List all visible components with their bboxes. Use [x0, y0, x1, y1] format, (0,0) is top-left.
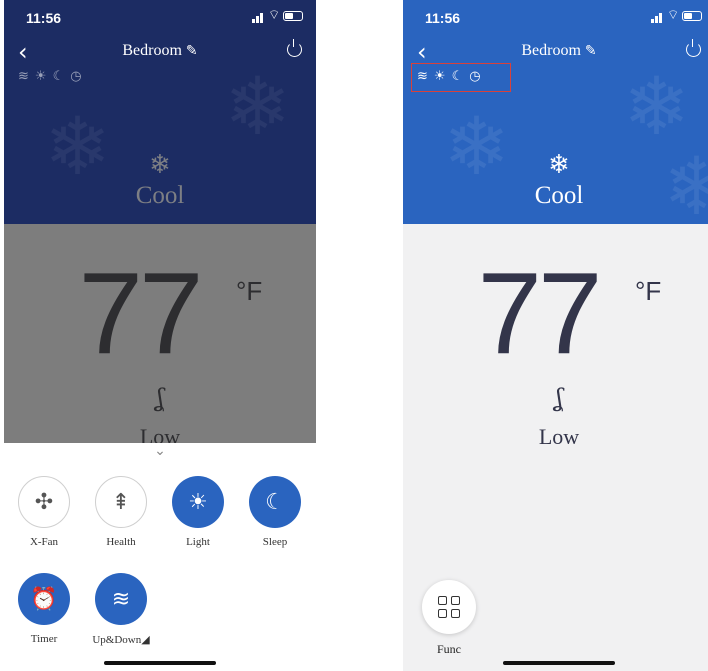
function-label: Health [106, 536, 136, 548]
home-indicator[interactable] [503, 661, 615, 665]
signal-bar [260, 13, 263, 23]
snowflake-decor-icon: ❄ [224, 64, 292, 152]
grid-cell [438, 609, 447, 618]
func-label: Func [437, 642, 461, 656]
updown-swing-icon: ≋ [18, 69, 29, 84]
phone-screen-main: ❄ ❄ ❄ 11:56 ⌔ ‹ Bedroom ✎ ≋ ☀ ☾ ◷ ❄ Cool … [403, 0, 708, 671]
wifi-icon: ⌔ [268, 7, 281, 22]
status-bar: 11:56 ⌔ [403, 0, 708, 40]
function-label: Sleep [262, 536, 288, 548]
status-time: 11:56 [26, 10, 62, 26]
temperature-unit: °F [635, 276, 662, 306]
temperature-unit: °F [236, 276, 263, 306]
status-icons: ⌔ [651, 7, 703, 23]
health-icon[interactable]: ⇞ [95, 476, 147, 528]
status-bar: 11:56 ⌔ [4, 0, 316, 40]
highlight-box [411, 63, 511, 92]
function-label: Timer [30, 633, 58, 645]
func-button[interactable] [422, 580, 476, 634]
room-name: Bedroom [122, 42, 182, 59]
room-title[interactable]: Bedroom ✎ [4, 42, 316, 60]
function-label: Light [186, 536, 210, 548]
chevron-down-icon[interactable]: ⌄ [4, 443, 316, 459]
sleep-icon: ☾ [52, 69, 65, 84]
moon-icon[interactable]: ☾ [249, 476, 301, 528]
timer-icon: ◷ [70, 69, 82, 84]
power-icon[interactable] [686, 39, 701, 57]
fan-speed-label[interactable]: Low [403, 424, 708, 450]
room-title[interactable]: Bedroom ✎ [403, 42, 708, 60]
function-label: Up&Down◢ [92, 634, 150, 646]
alarm-clock-icon[interactable]: ⏰ [18, 573, 70, 625]
top-nav: ‹ Bedroom ✎ [4, 38, 316, 66]
top-nav: ‹ Bedroom ✎ [403, 38, 708, 66]
signal-icon [252, 19, 255, 23]
home-indicator[interactable] [104, 661, 216, 665]
battery-icon [682, 11, 702, 21]
wifi-icon: ⌔ [667, 7, 680, 22]
pencil-icon[interactable]: ✎ [186, 44, 198, 59]
function-label: X-Fan [29, 536, 59, 548]
function-health[interactable]: ⇞ Health [86, 476, 156, 548]
pencil-icon[interactable]: ✎ [585, 44, 597, 59]
mode-label[interactable]: Cool [4, 182, 316, 210]
snowflake-icon: ❄ [548, 150, 570, 180]
snowflake-icon: ❄ [149, 150, 171, 180]
phone-screen-function-menu: ❄ ❄ 11:56 ⌔ ‹ Bedroom ✎ ≋ ☀ ☾ ◷ ❄ Cool 77… [4, 0, 316, 671]
status-icons: ⌔ [252, 7, 304, 23]
active-function-icons: ≋ ☀ ☾ ◷ [18, 68, 82, 86]
x-fan-icon[interactable]: ✣ [18, 476, 70, 528]
function-x-fan[interactable]: ✣ X-Fan [9, 476, 79, 548]
fan-speed-icon: ʆ [555, 384, 563, 412]
swing-icon[interactable]: ≋ [95, 573, 147, 625]
function-timer[interactable]: ⏰ Timer [9, 573, 79, 645]
light-bulb-icon[interactable]: ☀ [172, 476, 224, 528]
temperature-value[interactable]: 77 [403, 246, 673, 380]
signal-icon [651, 19, 654, 23]
grid-cell [451, 596, 460, 605]
temperature-value[interactable]: 77 [4, 246, 274, 380]
signal-bar [655, 16, 658, 23]
grid-cell [438, 596, 447, 605]
power-icon[interactable] [287, 39, 302, 57]
battery-icon [283, 11, 303, 21]
grid-cell [451, 609, 460, 618]
status-time: 11:56 [425, 10, 461, 26]
function-light[interactable]: ☀ Light [163, 476, 233, 548]
function-sleep[interactable]: ☾ Sleep [240, 476, 310, 548]
grid-icon [438, 596, 460, 618]
light-icon: ☀ [34, 69, 47, 84]
function-up-down[interactable]: ≋ Up&Down◢ [86, 573, 156, 646]
fan-speed-icon: ʆ [156, 384, 164, 412]
room-name: Bedroom [521, 42, 581, 59]
signal-bar [659, 13, 662, 23]
mode-label[interactable]: Cool [403, 182, 708, 210]
signal-bar [256, 16, 259, 23]
function-sheet: ⌄ ✣ X-Fan ⇞ Health ☀ Light ☾ Sleep ⏰ Tim… [4, 443, 316, 671]
